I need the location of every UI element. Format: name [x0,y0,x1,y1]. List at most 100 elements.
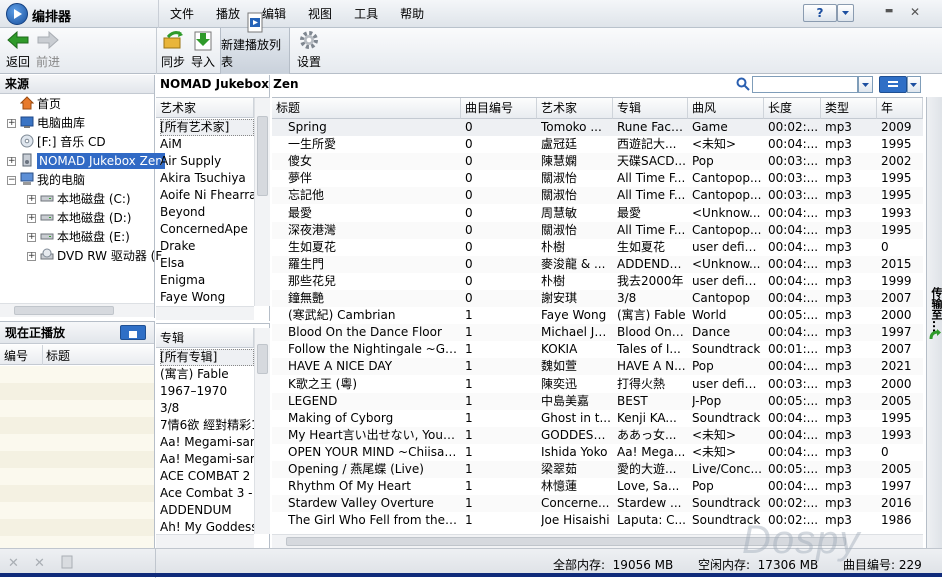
table-row[interactable]: 羅生門 0 麥浚龍 & ... ADDENDUM <Unknow... 00:04:...… [272,255,923,273]
table-row[interactable]: 傻女 0 陳慧嫻 天碟SACD... Pop 00:03:... mp3 2002 [272,153,923,171]
column-header[interactable]: 专辑 [613,98,688,119]
new-playlist-button[interactable]: 新建播放列表 [220,12,290,74]
artist-item[interactable]: Drake [160,238,254,255]
collapse-toggle-icon[interactable]: − [7,176,16,185]
artist-item[interactable]: Faye Wong [160,289,254,306]
table-row[interactable]: 忘記他 0 關淑怡 All Time F... Cantopop... 00:03:...… [272,187,923,205]
table-row[interactable]: Stardew Valley Overture 1 Concerne... Stard… [272,495,923,513]
artist-item[interactable]: [所有艺术家] [160,119,254,136]
table-row[interactable]: 夢伴 0 關淑怡 All Time F... Cantopop... 00:03:... m… [272,170,923,188]
table-row[interactable]: Blood On the Dance Floor 1 Michael Ja... Bl… [272,324,923,342]
menu-item[interactable]: 文件 [159,0,205,28]
source-item[interactable]: DVD RW 驱动器 (F [40,247,162,266]
settings-button[interactable]: 设置 [294,28,324,74]
col-number[interactable]: 编号 [4,347,28,364]
sources-horizontal-scrollbar[interactable] [0,303,154,317]
menu-item[interactable]: 帮助 [389,0,435,28]
sync-button[interactable]: 同步 [160,28,186,74]
menu-item[interactable]: 视图 [297,0,343,28]
expand-toggle-icon[interactable]: + [7,119,16,128]
help-button[interactable]: ? [803,4,837,22]
table-row[interactable]: Opening / 燕尾蝶 (Live) 1 梁翠茹 愛的大遊... Live/Conc… [272,461,923,478]
table-row[interactable]: HAVE A NICE DAY 1 魏如萱 HAVE A N... Pop 00:04:.… [272,358,923,376]
artist-item[interactable]: Beyond [160,204,254,221]
table-row[interactable]: 深夜港灣 0 關淑怡 All Time F... Cantopop... 00:04:..… [272,221,923,239]
albums-vertical-scrollbar[interactable] [254,328,270,534]
clear-list-icon[interactable] [60,555,74,569]
table-row[interactable]: Making of Cyborg 1 Ghost in t... Kenji KA..… [272,409,923,427]
album-item[interactable]: (寓言) Fable [160,366,254,383]
albums-horizontal-scrollbar[interactable] [156,534,254,548]
column-header[interactable]: 艺术家 [537,98,613,119]
back-button[interactable]: 返回 [4,28,32,74]
source-item[interactable]: 首页 [19,95,61,114]
minimize-button[interactable]: ▬ [880,6,898,20]
close-button[interactable]: ✕ [906,5,924,21]
artist-item[interactable]: ConcernedApe [160,221,254,238]
expand-toggle-icon[interactable]: + [27,214,36,223]
import-button[interactable]: 导入 [190,28,216,74]
help-dropdown-button[interactable] [837,4,854,22]
table-row[interactable]: Spring 0 Tomoko ... Rune Fact... Game 00:02:.… [272,119,923,136]
table-row[interactable]: 最愛 0 周慧敏 最愛 <Unknow... 00:04:... mp3 1993 [272,204,923,222]
artist-item[interactable]: Elsa [160,255,254,272]
transfer-side-tab[interactable]: 传输至... [926,97,942,548]
expand-toggle-icon[interactable]: + [27,195,36,204]
search-input[interactable] [752,76,858,93]
expand-toggle-icon[interactable]: + [7,157,16,166]
artist-item[interactable]: Aoife Ni Fhearraig [160,187,254,204]
column-header[interactable]: 年 [877,98,923,119]
table-row[interactable]: My Heart言い出せない, Your H... 1 GODDESS... ああっ女… [272,426,923,444]
source-item[interactable]: NOMAD Jukebox Zen [20,152,165,171]
view-toggle-button[interactable] [879,76,907,93]
source-item[interactable]: 本地磁盘 (C:) [40,190,131,209]
album-item[interactable]: Aa! Megami-sama [160,434,254,451]
artist-item[interactable]: AiM [160,136,254,153]
table-row[interactable]: (寒武紀) Cambrian 1 Faye Wong (寓言) Fable World 0… [272,307,923,325]
artist-item[interactable]: Akira Tsuchiya [160,170,254,187]
table-row[interactable]: 一生所愛 0 盧冠廷 西遊記大... <未知> 00:04:... mp3 1995 [272,136,923,154]
album-item[interactable]: Ace Combat 3 - E [160,485,254,502]
artist-item[interactable]: Enigma [160,272,254,289]
scrollbar-thumb[interactable] [14,306,114,315]
search-icon[interactable] [736,77,750,91]
search-dropdown-button[interactable] [858,76,873,93]
album-item[interactable]: 3/8 [160,400,254,417]
album-item[interactable]: 1967–1970 [160,383,254,400]
table-row[interactable]: OPEN YOUR MIND ~Chiisana H... 1 Ishida Yok… [272,443,923,461]
artists-horizontal-scrollbar[interactable] [156,306,254,320]
album-item[interactable]: ADDENDUM [160,502,254,519]
album-item[interactable]: 7情6欲 經對精彩1 [160,417,254,434]
now-playing-view-button[interactable] [120,325,146,340]
table-row[interactable]: 生如夏花 0 朴樹 生如夏花 user defined 00:04:... mp3 0 [272,238,923,256]
source-item[interactable]: 电脑曲库 [20,114,85,133]
forward-button[interactable]: 前进 [34,28,62,74]
source-item[interactable]: 本地磁盘 (D:) [40,209,131,228]
artists-column-header[interactable]: 艺术家 [156,98,254,118]
source-item[interactable]: [F:] 音乐 CD [20,133,106,152]
col-title[interactable]: 标题 [46,347,70,364]
view-dropdown-button[interactable] [907,76,921,93]
source-item[interactable]: 我的电脑 [20,171,85,190]
column-header[interactable]: 曲风 [688,98,764,119]
album-item[interactable]: [所有专辑] [160,349,254,366]
album-item[interactable]: Aa! Megami-sama [160,451,254,468]
expand-toggle-icon[interactable]: + [27,233,36,242]
source-item[interactable]: 本地磁盘 (E:) [40,228,130,247]
scrollbar-thumb[interactable] [257,344,268,374]
table-row[interactable]: Follow the Nightingale ~Game... 1 KOKIA Tal… [272,341,923,359]
artist-item[interactable]: Air Supply [160,153,254,170]
artists-vertical-scrollbar[interactable] [254,98,270,306]
shuffle-icon[interactable]: ✕ [8,556,19,571]
table-row[interactable]: Rhythm Of My Heart 1 林憶蓮 Love, Sa... Pop 00:0… [272,478,923,496]
album-item[interactable]: ACE COMBAT 2 . [160,468,254,485]
column-header[interactable]: 标题 [272,98,461,119]
repeat-icon[interactable]: ✕ [34,556,45,571]
expand-toggle-icon[interactable]: + [27,252,36,261]
table-row[interactable]: LEGEND 1 中島美嘉 BEST J-Pop 00:05:... mp3 2005 [272,392,923,410]
scrollbar-thumb[interactable] [257,116,268,196]
column-header[interactable]: 长度 [764,98,821,119]
albums-column-header[interactable]: 专辑 [156,328,254,348]
column-header[interactable]: 类型 [821,98,877,119]
column-header[interactable]: 曲目编号 [461,98,537,119]
